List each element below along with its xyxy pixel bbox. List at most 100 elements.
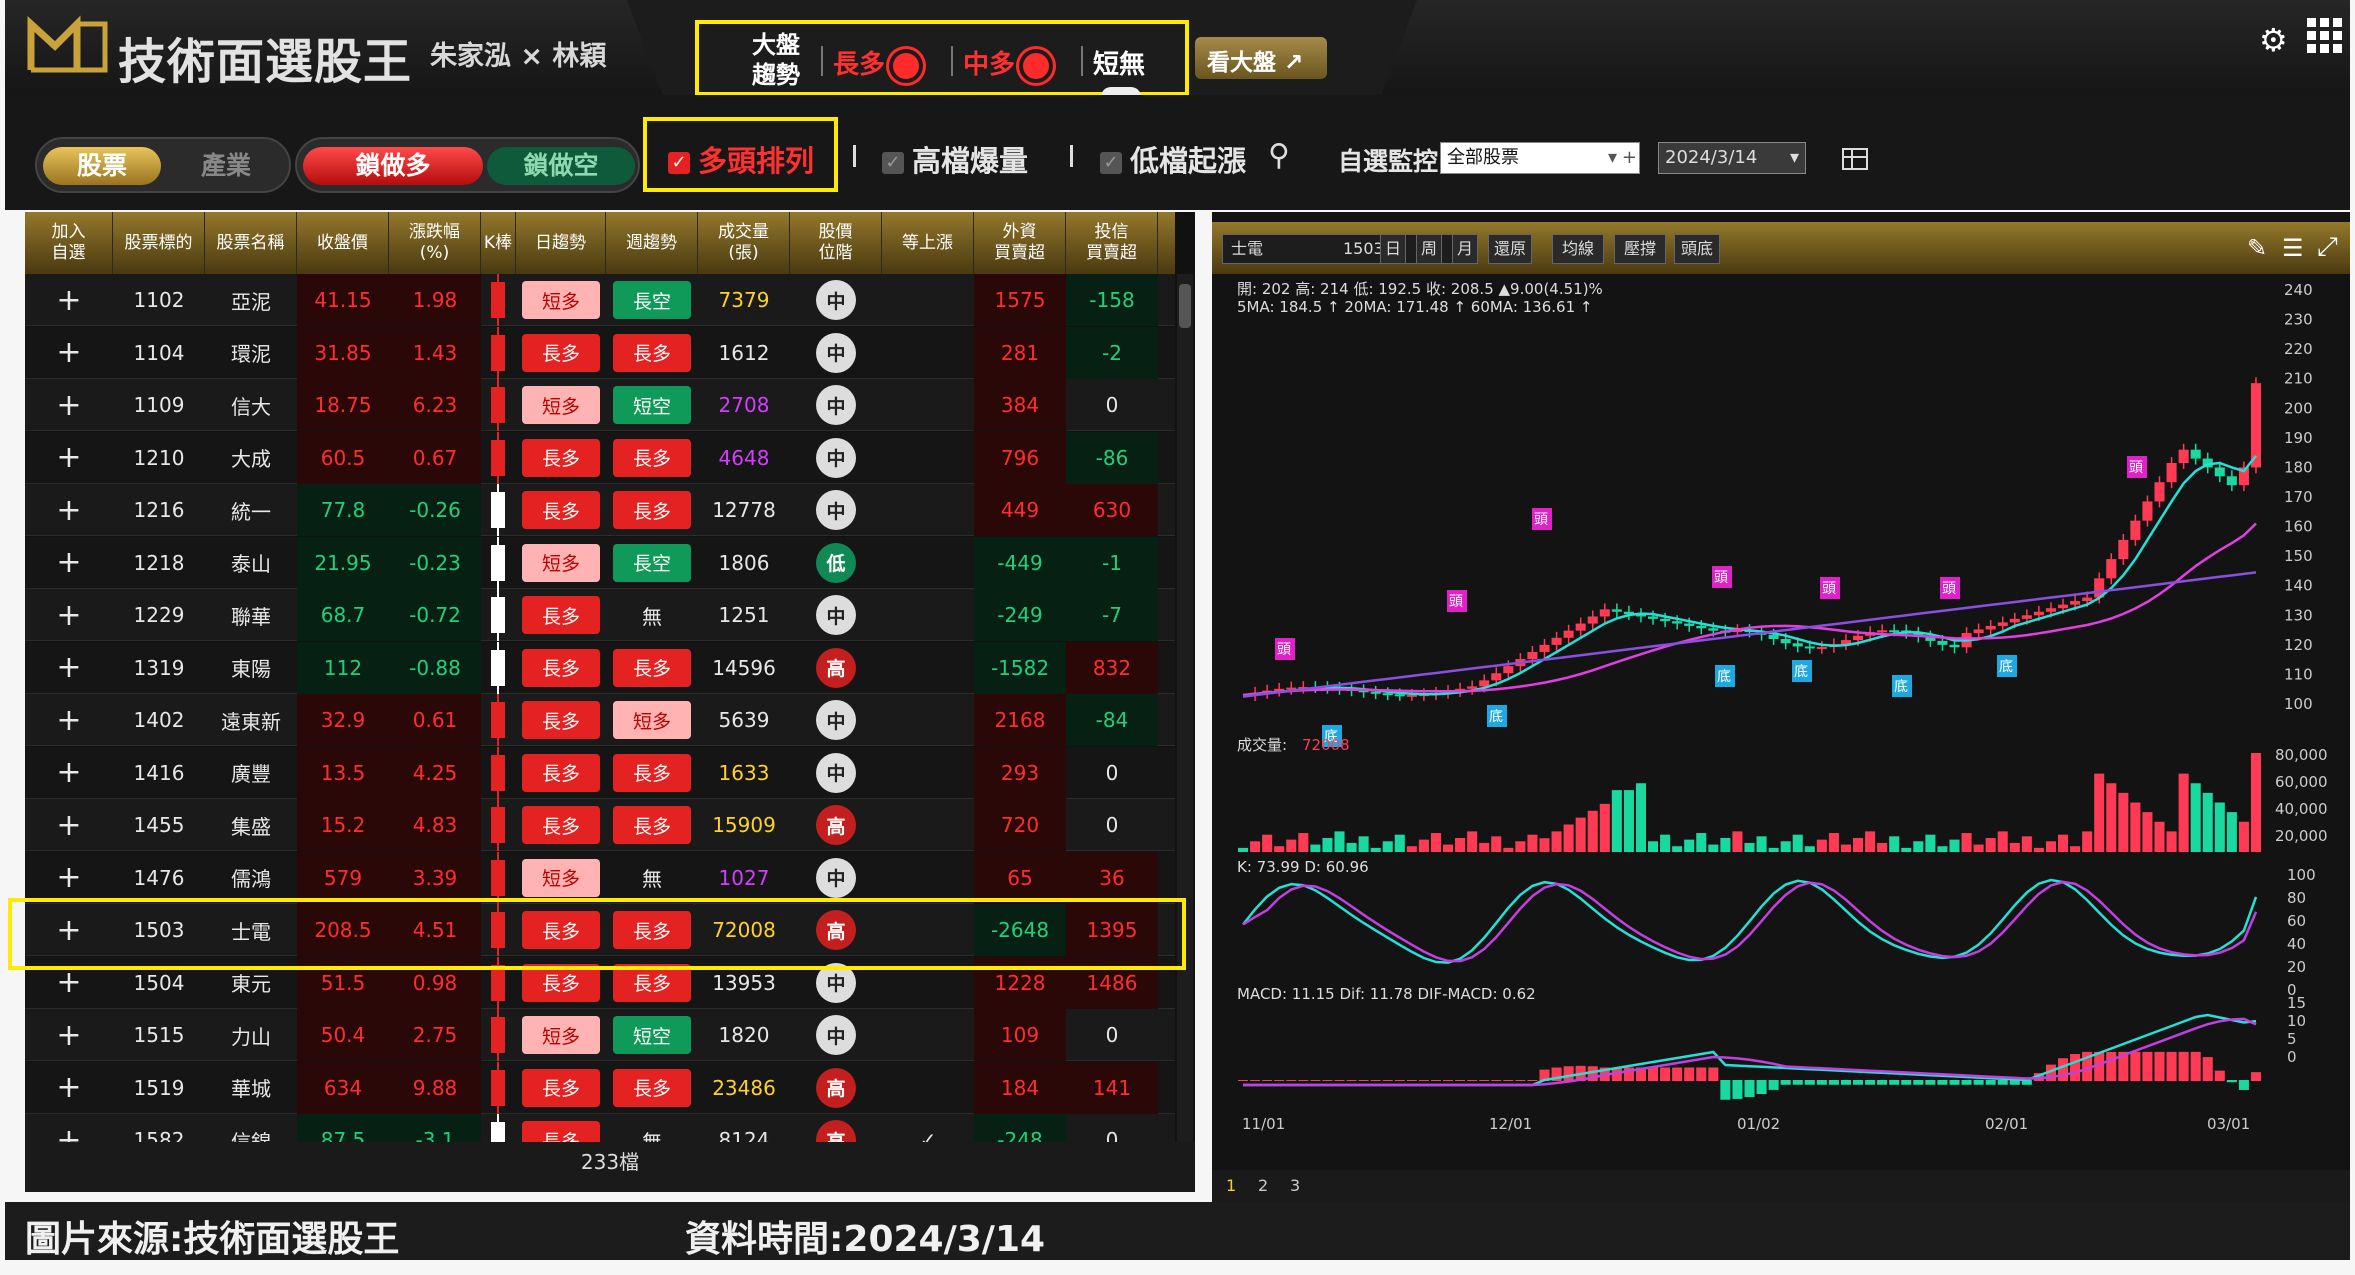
table-settings-icon[interactable] xyxy=(1842,148,1868,170)
tab-lock-short[interactable]: 鎖做空 xyxy=(487,147,635,185)
add-watch-icon[interactable]: + xyxy=(25,537,113,589)
add-watch-icon[interactable]: + xyxy=(25,1009,113,1061)
table-row[interactable]: +1416 廣豐 13.5 4.25 長多 長多 1633 中 293 0 xyxy=(25,746,1175,799)
add-watch-icon[interactable]: + xyxy=(25,379,113,431)
ohlc-readout: 開: 202 高: 214 低: 192.5 收: 208.5 ▲9.00(4.… xyxy=(1237,280,1603,298)
table-row[interactable]: +1582 信錦 87.5 -3.1 長多 無 8124 高 ✓ -248 0 xyxy=(25,1114,1175,1142)
k-bar xyxy=(481,1009,516,1061)
trust-cell: 0 xyxy=(1105,393,1119,417)
column-header[interactable]: 漲跌幅 (%) xyxy=(389,212,481,274)
column-header[interactable]: 週趨勢 xyxy=(606,212,698,274)
chart-page[interactable]: 3 xyxy=(1290,1176,1300,1195)
chart-button[interactable]: 日 xyxy=(1380,234,1406,264)
checkbox-icon[interactable]: ✓ xyxy=(882,152,904,174)
table-row[interactable]: +1109 信大 18.75 6.23 短多 短空 2708 中 384 0 xyxy=(25,379,1175,431)
chg-cell: 6.23 xyxy=(389,379,481,431)
checkbox-icon[interactable]: ✓ xyxy=(1100,152,1122,174)
volume-bar xyxy=(1925,834,1936,852)
chart-button[interactable]: 均線 xyxy=(1552,234,1604,264)
price-level-badge: 低 xyxy=(816,542,856,583)
watchlist-select[interactable]: 全部股票 ▾ + xyxy=(1440,142,1640,174)
table-row[interactable]: +1402 遠東新 32.9 0.61 長多 短多 5639 中 2168 -84 xyxy=(25,694,1175,746)
column-header[interactable]: 股票名稱 xyxy=(205,212,297,274)
macd-bar xyxy=(2058,1058,2069,1081)
candle xyxy=(1503,666,1514,674)
price-tick: 220 xyxy=(2284,340,2313,358)
filter-high-volume[interactable]: ✓ 高檔爆量 xyxy=(882,138,1028,180)
table-row[interactable]: +1455 集盛 15.2 4.83 長多 長多 15909 高 720 0 xyxy=(25,799,1175,851)
pencil-icon[interactable]: ✎ xyxy=(2247,234,2267,262)
table-row[interactable]: +1218 泰山 21.95 -0.23 短多 長空 1806 低 -449 -1 xyxy=(25,536,1175,589)
volume-bar xyxy=(1238,847,1249,852)
macd-bar xyxy=(1780,1080,1791,1085)
column-header[interactable]: 外資 買賣超 xyxy=(974,212,1066,274)
column-header[interactable]: 等上漲 xyxy=(882,212,974,274)
macd-bar xyxy=(1840,1080,1851,1085)
volume-bar xyxy=(1503,847,1514,852)
stock-chart[interactable]: 2402302202102001901801701601501401301201… xyxy=(1212,274,2350,1170)
add-watch-icon[interactable]: + xyxy=(25,747,113,799)
column-header[interactable]: 成交量 (張) xyxy=(698,212,790,274)
chart-button[interactable]: 壓撐 xyxy=(1614,234,1666,264)
column-header[interactable]: 加入 自選 xyxy=(25,212,113,274)
add-watch-icon[interactable]: + xyxy=(25,852,113,904)
chart-button[interactable]: 還原 xyxy=(1488,234,1532,264)
candle xyxy=(2106,559,2117,579)
add-watch-icon[interactable]: + xyxy=(25,589,113,641)
k-bar xyxy=(481,379,516,431)
search-icon[interactable]: ⚲ xyxy=(1268,138,1290,173)
apps-grid-icon[interactable] xyxy=(2307,18,2342,53)
table-row[interactable]: +1210 大成 60.5 0.67 長多 長多 4648 中 796 -86 xyxy=(25,431,1175,484)
table-scrollbar[interactable] xyxy=(1177,274,1193,1142)
view-market-button[interactable]: 看大盤 ↗ xyxy=(1195,37,1327,79)
column-header[interactable]: 日趨勢 xyxy=(516,212,606,274)
chart-page[interactable]: 1 xyxy=(1226,1176,1236,1195)
tab-industry[interactable]: 產業 xyxy=(167,147,285,185)
add-watch-icon[interactable]: + xyxy=(25,642,113,694)
ma-readout: 5MA: 184.5 ↑ 20MA: 171.48 ↑ 60MA: 136.61… xyxy=(1237,298,1592,316)
table-row[interactable]: +1104 環泥 31.85 1.43 長多 長多 1612 中 281 -2 xyxy=(25,326,1175,379)
column-header[interactable]: 收盤價 xyxy=(297,212,389,274)
checkbox-checked-icon[interactable]: ✓ xyxy=(668,152,690,174)
date-select[interactable]: 2024/3/14 ▾ xyxy=(1658,142,1806,174)
chart-button[interactable]: 月 xyxy=(1452,234,1478,264)
trend-badge: 長空 xyxy=(613,543,691,582)
expand-icon[interactable]: ⤢ xyxy=(2317,232,2338,263)
candle xyxy=(2142,501,2153,521)
daily-trend-cell: 短多 xyxy=(516,379,606,431)
add-watch-icon[interactable]: + xyxy=(25,432,113,484)
sliders-icon[interactable]: ☰ xyxy=(2282,234,2304,262)
table-row[interactable]: +1515 力山 50.4 2.75 短多 短空 1820 中 109 0 xyxy=(25,1009,1175,1061)
add-watch-icon[interactable]: + xyxy=(25,1114,113,1143)
vol-cell: 23486 xyxy=(712,1075,776,1100)
head-label: 頭 xyxy=(1822,581,1836,597)
gear-icon[interactable]: ⚙ xyxy=(2259,21,2288,59)
table-row[interactable]: +1476 儒鴻 579 3.39 短多 無 1027 中 65 36 xyxy=(25,851,1175,904)
chart-button[interactable]: 周 xyxy=(1416,234,1442,264)
table-row[interactable]: +1229 聯華 68.7 -0.72 長多 無 1251 中 -249 -7 xyxy=(25,589,1175,641)
column-header[interactable]: 股價 位階 xyxy=(790,212,882,274)
ma-line xyxy=(1242,571,2257,698)
chart-button[interactable]: 頭底 xyxy=(1674,234,1720,264)
add-watch-icon[interactable]: + xyxy=(25,799,113,851)
macd-tick: 5 xyxy=(2287,1030,2297,1048)
chart-page[interactable]: 2 xyxy=(1258,1176,1268,1195)
macd-bar xyxy=(1865,1080,1876,1085)
tab-lock-long[interactable]: 鎖做多 xyxy=(303,147,483,185)
add-watch-icon[interactable]: + xyxy=(25,327,113,379)
table-row[interactable]: +1319 東陽 112 -0.88 長多 長多 14596 高 -1582 832 xyxy=(25,641,1175,694)
table-row[interactable]: +1216 統一 77.8 -0.26 長多 長多 12778 中 449 630 xyxy=(25,484,1175,536)
column-header[interactable]: K棒 xyxy=(481,212,516,274)
foreign-cell: 281 xyxy=(974,326,1066,379)
add-watch-icon[interactable]: + xyxy=(25,694,113,746)
add-watch-icon[interactable]: + xyxy=(25,274,113,326)
filter-low-rise[interactable]: ✓ 低檔起漲 xyxy=(1100,138,1246,180)
add-watch-icon[interactable]: + xyxy=(25,1062,113,1114)
filter-bull-align[interactable]: ✓ 多頭排列 xyxy=(668,138,814,180)
table-row[interactable]: +1519 華城 634 9.88 長多 長多 23486 高 184 141 xyxy=(25,1061,1175,1114)
column-header[interactable]: 投信 買賣超 xyxy=(1066,212,1158,274)
column-header[interactable]: 股票標的 xyxy=(113,212,205,274)
add-watch-icon[interactable]: + xyxy=(25,484,113,536)
table-row[interactable]: +1102 亞泥 41.15 1.98 短多 長空 7379 中 1575 -158 xyxy=(25,274,1175,326)
tab-stock[interactable]: 股票 xyxy=(43,147,161,185)
